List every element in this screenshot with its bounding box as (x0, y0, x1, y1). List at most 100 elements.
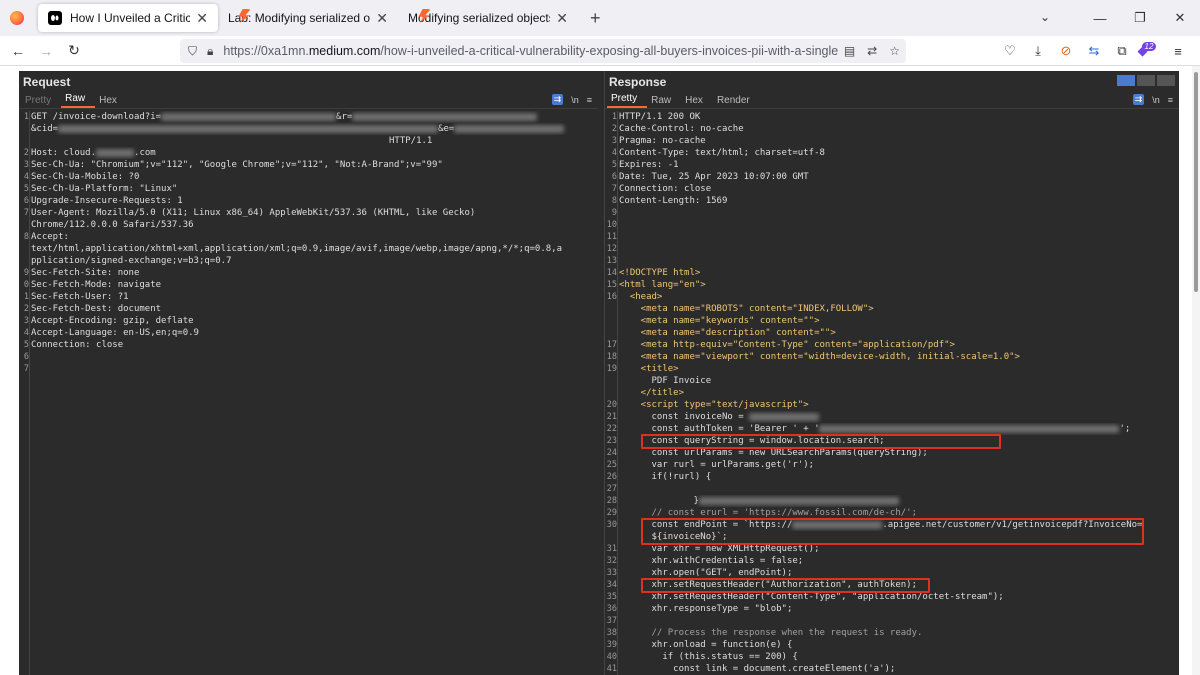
layout-stacked-icon[interactable] (1137, 75, 1155, 86)
code-line: 25 var rurl = urlParams.get('r'); (605, 459, 1179, 471)
close-window-icon[interactable]: ✕ (1160, 10, 1200, 26)
code-line: text/html,application/xhtml+xml,applicat… (19, 243, 598, 255)
line-content: } (661, 496, 699, 506)
line-content: Sec-Ch-Ua-Platform: "Linux" (31, 184, 178, 194)
tab-raw[interactable]: Raw (647, 95, 681, 108)
token-suffix: '; (1119, 424, 1131, 434)
tab-lab-serialized[interactable]: Lab: Modifying serialized object ✕ (218, 4, 398, 32)
code-line: 14 <!DOCTYPE html> (605, 267, 1179, 279)
ublock-icon[interactable]: ⊘ (1052, 43, 1080, 59)
line-text: pplication/signed-exchange;v=b3;q=0.7 (31, 255, 598, 267)
line-text: Connection: close (31, 339, 598, 351)
tab-medium-article[interactable]: How I Unveiled a Critical Vulner ✕ (38, 4, 218, 32)
line-number: 3 (23, 160, 29, 170)
line-text: xhr.withCredentials = false; (619, 555, 1179, 567)
tab-modifying-serialized[interactable]: Modifying serialized objects ✕ (398, 4, 578, 32)
line-number: 6 (611, 172, 617, 182)
line-text: GET /invoice-download?i= &r= (31, 111, 598, 123)
request-editor[interactable]: 1 GET /invoice-download?i= &r= &cid= &e= HTTP… (19, 111, 598, 675)
wrap-icon[interactable]: ⇉ (551, 94, 564, 105)
code-line: 0 Sec-Fetch-Mode: navigate (19, 279, 598, 291)
downloads-icon[interactable]: ⤓ (1024, 43, 1052, 59)
code-line: 8 Content-Length: 1569 (605, 195, 1179, 207)
code-line: 26 if(!rurl) { (605, 471, 1179, 483)
tab-pretty[interactable]: Pretty (607, 93, 648, 108)
tab-render[interactable]: Render (713, 95, 760, 108)
tab-raw[interactable]: Raw (61, 93, 96, 108)
url-bar[interactable]: ⛉ 🔒︎ https://0xa1mn.medium.com/how-i-unv… (180, 39, 906, 63)
line-number: 36 (606, 604, 617, 614)
menu-icon[interactable]: ≡ (1168, 95, 1173, 105)
line-text: Pragma: no-cache (619, 135, 1179, 147)
new-tab-button[interactable]: + (590, 8, 601, 29)
line-content: Cache-Control: no-cache (619, 124, 744, 134)
translate-extension-icon[interactable]: ⇆ (1080, 43, 1108, 59)
line-number: 9 (611, 208, 617, 218)
request-tools: ⇉ \n ≡ (551, 94, 592, 105)
reload-icon[interactable]: ↻ (60, 42, 88, 59)
tracking-shield-icon[interactable]: ⛉ (188, 44, 197, 59)
back-icon[interactable]: ← (4, 43, 32, 59)
line-content: <head> (619, 292, 663, 302)
code-line: 7 User-Agent: Mozilla/5.0 (X11; Linux x86… (19, 207, 598, 219)
minimize-icon[interactable]: — (1080, 11, 1120, 26)
line-content: xhr.withCredentials = false; (619, 556, 804, 566)
newline-icon[interactable]: \n (571, 95, 579, 105)
line-number: 28 (606, 496, 617, 506)
tab-hex[interactable]: Hex (681, 95, 713, 108)
code-line: 38 // Process the response when the requ… (605, 627, 1179, 639)
menu-icon[interactable]: ≡ (587, 95, 592, 105)
line-text: // Process the response when the request… (619, 627, 1179, 639)
wrap-icon[interactable]: ⇉ (1132, 94, 1145, 105)
line-content: Content-Type: text/html; charset=utf-8 (619, 148, 825, 158)
page-scrollbar[interactable] (1192, 66, 1200, 675)
line-number: 7 (23, 364, 29, 374)
url-text: https://0xa1mn.medium.com/how-i-unveiled… (223, 44, 837, 58)
line-text: Sec-Fetch-User: ?1 (31, 291, 598, 303)
lock-icon[interactable]: 🔒︎ (207, 44, 213, 59)
translate-icon[interactable]: ⇄ (867, 44, 877, 58)
line-number: 1 (611, 112, 617, 122)
tab-pretty[interactable]: Pretty (21, 95, 61, 108)
close-tab-icon[interactable]: ✕ (196, 10, 208, 27)
request-tabs: Pretty Raw Hex ⇉ \n ≡ (19, 93, 598, 109)
tab-hex[interactable]: Hex (95, 95, 127, 108)
extension-badge-icon[interactable]: ◆12 (1136, 42, 1164, 59)
code-line: 18 <meta name="viewport" content="width=… (605, 351, 1179, 363)
line-number: 30 (606, 520, 617, 530)
request-title: Request (23, 75, 71, 89)
line-text: } (619, 495, 1179, 507)
line-content: <meta name="ROBOTS" content="INDEX,FOLLO… (619, 304, 874, 314)
extensions-icon[interactable]: ⧉ (1108, 43, 1136, 59)
tab-title: Lab: Modifying serialized object (228, 11, 371, 25)
line-content: &cid= (31, 124, 59, 134)
line-content: Accept-Encoding: gzip, deflate (31, 316, 194, 326)
restore-icon[interactable]: ❐ (1120, 10, 1160, 26)
menu-icon[interactable]: ≡ (1164, 44, 1192, 59)
line-text: <html lang="en"> (619, 279, 1179, 291)
line-text: Upgrade-Insecure-Requests: 1 (31, 195, 598, 207)
list-all-tabs-icon[interactable]: ⌄ (1040, 10, 1050, 24)
layout-single-icon[interactable] (1157, 75, 1175, 86)
scrollbar-thumb[interactable] (1194, 72, 1198, 292)
page-content: Request Pretty Raw Hex ⇉ \n ≡ 1 GET /invo… (0, 66, 1200, 675)
line-content: Host: cloud. (31, 148, 97, 158)
line-content: HTTP/1.1 (389, 136, 433, 146)
line-text: Chrome/112.0.0.0 Safari/537.36 (31, 219, 598, 231)
reader-view-icon[interactable]: ▤ (844, 44, 855, 58)
line-text: <head> (619, 291, 1179, 303)
code-line: 41 const link = document.createElement('… (605, 663, 1179, 675)
pocket-icon[interactable]: ♡ (996, 43, 1024, 59)
line-number: 5 (23, 184, 29, 194)
newline-icon[interactable]: \n (1152, 95, 1160, 105)
highlight-box (641, 434, 1001, 449)
close-tab-icon[interactable]: ✕ (376, 10, 388, 27)
code-line: 7 (19, 363, 598, 375)
response-editor[interactable]: 1 HTTP/1.1 200 OK 2 Cache-Control: no-cache… (605, 111, 1179, 675)
bookmark-star-icon[interactable]: ☆ (889, 44, 900, 58)
layout-side-by-side-icon[interactable] (1117, 75, 1135, 86)
line-text: <!DOCTYPE html> (619, 267, 1179, 279)
forward-icon[interactable]: → (32, 43, 60, 59)
firefox-icon[interactable] (10, 11, 24, 25)
close-tab-icon[interactable]: ✕ (556, 10, 568, 27)
